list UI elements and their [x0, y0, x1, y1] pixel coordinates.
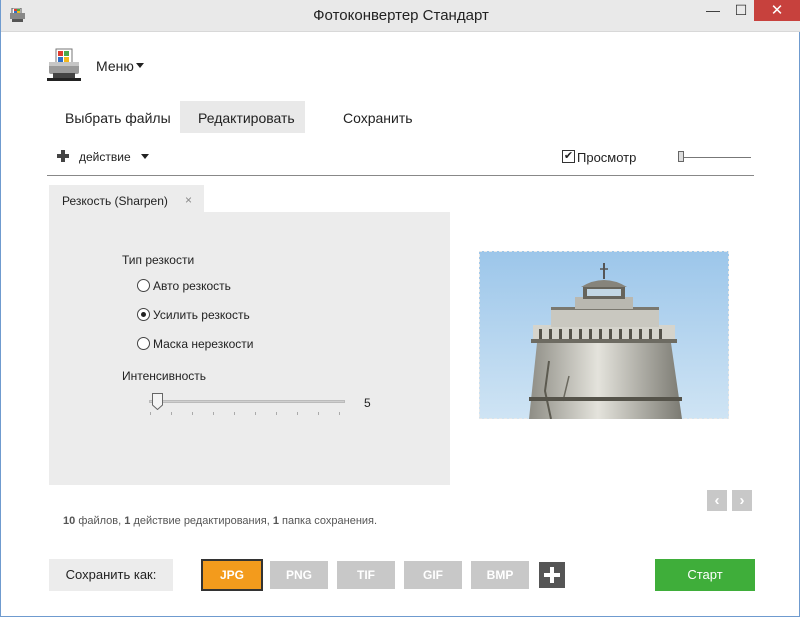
close-button[interactable]: ✕ [754, 0, 800, 21]
sharpen-type-label: Тип резкости [122, 253, 195, 267]
maximize-button[interactable]: ☐ [727, 0, 755, 21]
slider-tick [171, 412, 172, 415]
app-window: Фотоконвертер Стандарт — ☐ ✕ Меню Выбрат… [0, 0, 800, 617]
files-text: файлов, [78, 515, 122, 527]
chevron-down-icon[interactable] [141, 154, 149, 159]
format-png-button[interactable]: PNG [270, 561, 328, 589]
radio-label[interactable]: Усилить резкость [153, 308, 250, 322]
add-action-button[interactable]: действие [79, 150, 131, 164]
radio-label[interactable]: Маска нерезкости [153, 337, 253, 351]
add-icon[interactable] [57, 150, 69, 162]
zoom-slider-track[interactable] [681, 157, 751, 158]
close-icon[interactable]: × [185, 193, 192, 207]
radio-enhance-sharpen[interactable] [137, 308, 150, 321]
format-bmp-button[interactable]: BMP [471, 561, 529, 589]
slider-tick [213, 412, 214, 415]
start-button[interactable]: Старт [655, 559, 755, 591]
tab-save[interactable]: Сохранить [325, 101, 431, 133]
zoom-slider-thumb[interactable] [678, 151, 684, 162]
slider-tick [234, 412, 235, 415]
menu-button[interactable]: Меню [96, 58, 134, 74]
image-preview [479, 251, 729, 419]
tab-edit[interactable]: Редактировать [180, 101, 305, 133]
next-image-button[interactable]: › [732, 490, 752, 511]
printer-icon[interactable] [47, 48, 81, 82]
slider-tick [318, 412, 319, 415]
save-as-label: Сохранить как: [49, 559, 173, 591]
tab-select-files[interactable]: Выбрать файлы [47, 101, 189, 133]
format-tif-button[interactable]: TIF [337, 561, 395, 589]
format-gif-button[interactable]: GIF [404, 561, 462, 589]
slider-tick [150, 412, 151, 415]
files-count: 10 [63, 515, 76, 527]
add-format-button[interactable] [539, 562, 565, 588]
format-jpg-button[interactable]: JPG [201, 559, 263, 591]
slider-tick [192, 412, 193, 415]
actions-count: 1 [124, 515, 131, 527]
preview-checkbox[interactable]: ✔ [562, 150, 575, 163]
radio-auto-sharpen[interactable] [137, 279, 150, 292]
intensity-slider-thumb[interactable] [152, 393, 163, 410]
radio-unsharp-mask[interactable] [137, 337, 150, 350]
preview-label: Просмотр [577, 150, 637, 165]
divider [47, 175, 754, 176]
intensity-label: Интенсивность [122, 369, 207, 383]
window-title: Фотоконвертер Стандарт [313, 7, 489, 24]
prev-image-button[interactable]: ‹ [707, 490, 727, 511]
slider-tick [255, 412, 256, 415]
slider-tick [339, 412, 340, 415]
actions-text: действие редактирования, [133, 515, 270, 527]
folders-text: папка сохранения. [282, 515, 378, 527]
chevron-down-icon[interactable] [136, 63, 144, 68]
folders-count: 1 [272, 515, 279, 527]
intensity-slider-track[interactable] [149, 400, 345, 403]
slider-tick [297, 412, 298, 415]
slider-tick [276, 412, 277, 415]
radio-label[interactable]: Авто резкость [153, 279, 231, 293]
intensity-value: 5 [364, 396, 371, 410]
status-summary: 10 файлов, 1 действие редактирования, 1 … [63, 515, 377, 527]
effect-tab-label: Резкость (Sharpen) [62, 194, 168, 208]
minimize-button[interactable]: — [699, 0, 727, 21]
title-bar: Фотоконвертер Стандарт — ☐ ✕ [1, 0, 800, 32]
